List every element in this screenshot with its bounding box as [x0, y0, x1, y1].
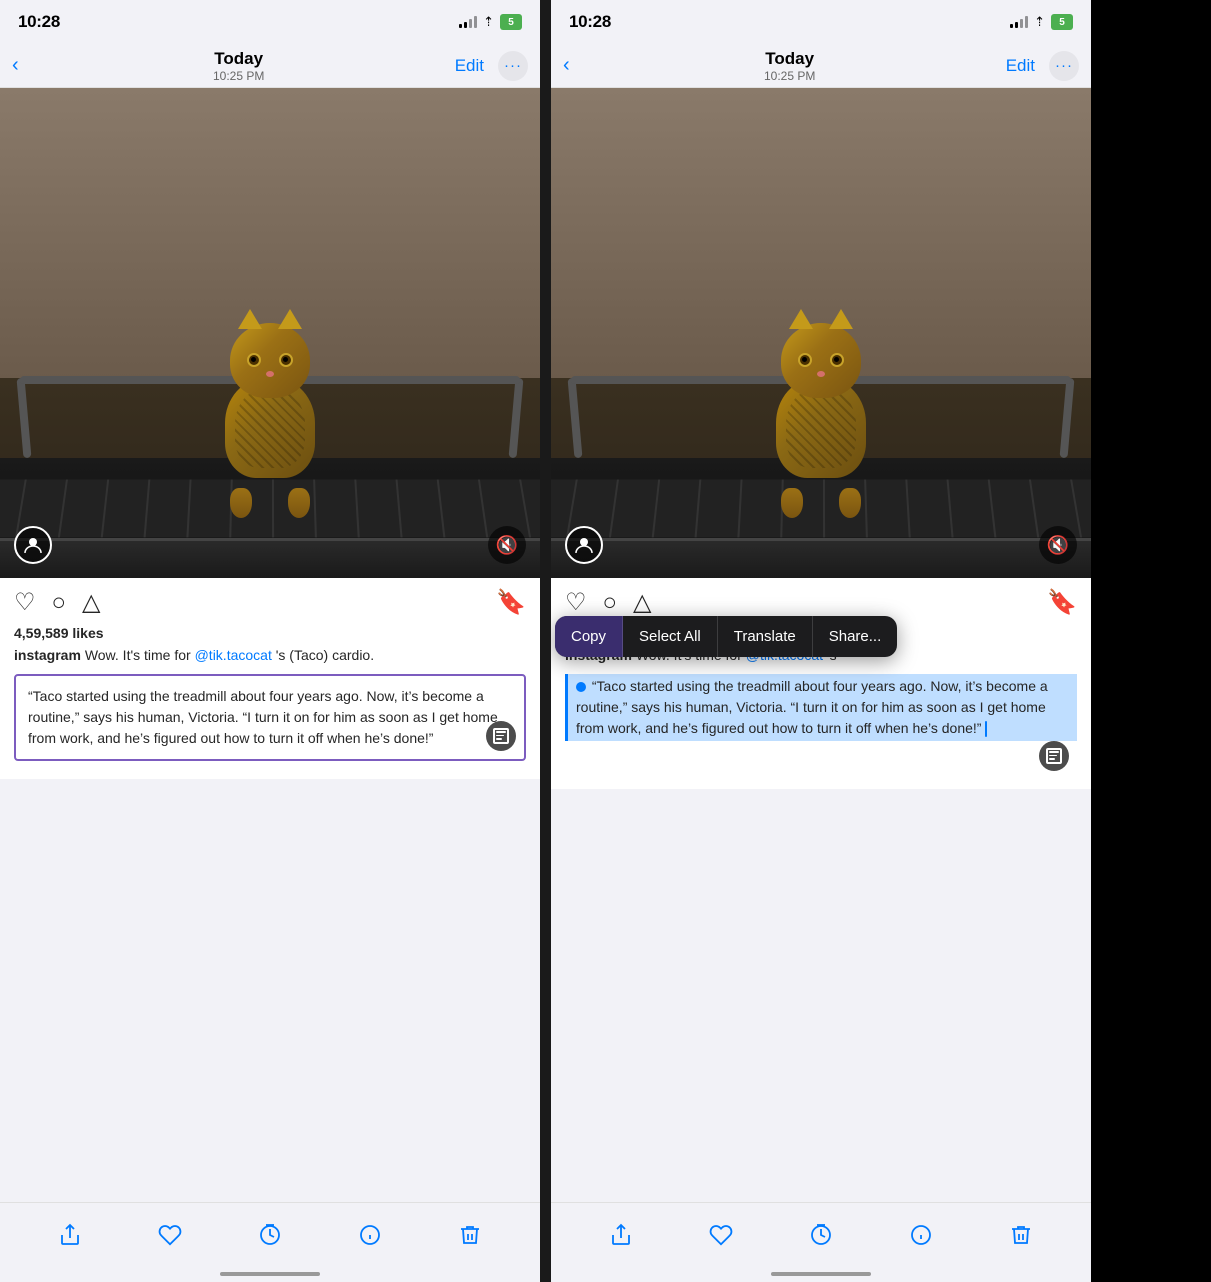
share-icon-left[interactable]: △ [82, 588, 100, 617]
nav-title-group-left: Today 10:25 PM [23, 49, 455, 83]
edit-button-right[interactable]: Edit [1006, 56, 1035, 76]
bottom-toolbar-left [0, 1202, 540, 1282]
toolbar-trash-left[interactable] [450, 1215, 490, 1255]
wifi-icon-right: ⇡ [1034, 14, 1045, 30]
profile-button-left[interactable] [14, 526, 52, 564]
cat-figure-left [225, 378, 315, 478]
home-indicator-right [771, 1272, 871, 1276]
nav-subtitle-left: 10:25 PM [213, 69, 264, 83]
status-icons-right: ⇡ 5 [1010, 14, 1073, 30]
wifi-icon-left: ⇡ [483, 14, 494, 30]
left-panel: 10:28 ⇡ 5 ‹ Today 10:25 PM Edit ··· [0, 0, 540, 1282]
toolbar-share-left[interactable] [50, 1215, 90, 1255]
toolbar-info-right[interactable] [901, 1215, 941, 1255]
battery-icon-left: 5 [500, 14, 522, 30]
status-time-right: 10:28 [569, 12, 611, 32]
profile-button-right[interactable] [565, 526, 603, 564]
ellipsis-icon-right: ··· [1055, 57, 1073, 74]
edit-button-left[interactable]: Edit [455, 56, 484, 76]
post-content-left: ♡ ○ △ 🔖 4,59,589 likes instagram Wow. It… [0, 578, 540, 779]
context-menu-wrapper: Copy Select All Translate Share... “Taco… [565, 674, 1077, 741]
battery-icon-right: 5 [1051, 14, 1073, 30]
share-menu-item[interactable]: Share... [813, 616, 898, 657]
person-icon-right [574, 535, 594, 555]
back-button-right[interactable]: ‹ [563, 54, 570, 77]
selection-cursor-end [985, 721, 987, 737]
toolbar-timer-right[interactable] [801, 1215, 841, 1255]
right-panel: 10:28 ⇡ 5 ‹ Today 10:25 PM Edit ··· [551, 0, 1091, 1282]
nav-subtitle-right: 10:25 PM [764, 69, 815, 83]
post-caption-left: instagram Wow. It's time for @tik.tacoca… [14, 646, 526, 666]
selected-text-content: “Taco started using the treadmill about … [576, 678, 1048, 736]
live-text-icon-right [1046, 748, 1062, 764]
more-button-right[interactable]: ··· [1049, 51, 1079, 81]
translate-menu-item[interactable]: Translate [718, 616, 813, 657]
toolbar-heart-right[interactable] [701, 1215, 741, 1255]
mute-button-left[interactable]: 🔇 [488, 526, 526, 564]
post-content-right: ♡ ○ △ 🔖 4,59,589 likes instagram Wow. It… [551, 578, 1091, 789]
status-icons-left: ⇡ 5 [459, 14, 522, 30]
signal-icon-right [1010, 16, 1028, 28]
mute-button-right[interactable]: 🔇 [1039, 526, 1077, 564]
context-menu: Copy Select All Translate Share... [555, 616, 897, 657]
caption-text-left: Wow. It's time for [85, 647, 195, 663]
more-button-left[interactable]: ··· [498, 51, 528, 81]
toolbar-timer-left[interactable] [250, 1215, 290, 1255]
mute-icon-right: 🔇 [1047, 535, 1069, 556]
nav-bar-right: ‹ Today 10:25 PM Edit ··· [551, 44, 1091, 88]
nav-title-right: Today [765, 49, 814, 69]
heart-icon-left[interactable]: ♡ [14, 588, 36, 617]
ellipsis-icon-left: ··· [504, 57, 522, 74]
status-bar-left: 10:28 ⇡ 5 [0, 0, 540, 44]
context-menu-float: Copy Select All Translate Share... [555, 616, 897, 657]
nav-actions-right: Edit ··· [1006, 51, 1079, 81]
caption-suffix-left: 's (Taco) cardio. [276, 647, 374, 663]
share-action-icon-right[interactable]: △ [633, 588, 651, 617]
bookmark-icon-left[interactable]: 🔖 [496, 588, 526, 617]
nav-title-left: Today [214, 49, 263, 69]
comment-icon-right[interactable]: ○ [603, 589, 618, 617]
bookmark-icon-right[interactable]: 🔖 [1047, 588, 1077, 617]
comment-icon-left[interactable]: ○ [52, 589, 67, 617]
selection-handle-start [576, 682, 586, 692]
status-bar-right: 10:28 ⇡ 5 [551, 0, 1091, 44]
nav-title-group-right: Today 10:25 PM [574, 49, 1006, 83]
toolbar-share-right[interactable] [601, 1215, 641, 1255]
quoted-text-content-left: “Taco started using the treadmill about … [28, 688, 498, 746]
signal-icon-left [459, 16, 477, 28]
home-indicator-left [220, 1272, 320, 1276]
live-text-button-left[interactable] [486, 721, 516, 751]
nav-bar-left: ‹ Today 10:25 PM Edit ··· [0, 44, 540, 88]
post-actions-right: ♡ ○ △ 🔖 [565, 588, 1077, 617]
caption-mention-left[interactable]: @tik.tacocat [195, 647, 272, 663]
video-area-left[interactable]: 🔇 [0, 88, 540, 578]
toolbar-trash-right[interactable] [1001, 1215, 1041, 1255]
panel-divider [540, 0, 551, 1282]
live-text-icon-left [493, 728, 509, 744]
heart-icon-right[interactable]: ♡ [565, 588, 587, 617]
post-actions-left: ♡ ○ △ 🔖 [14, 588, 526, 617]
bottom-toolbar-right [551, 1202, 1091, 1282]
toolbar-heart-left[interactable] [150, 1215, 190, 1255]
mute-icon-left: 🔇 [496, 535, 518, 556]
quoted-text-box-left: “Taco started using the treadmill about … [14, 674, 526, 761]
nav-actions-left: Edit ··· [455, 51, 528, 81]
back-button-left[interactable]: ‹ [12, 54, 19, 77]
person-icon-left [23, 535, 43, 555]
toolbar-info-left[interactable] [350, 1215, 390, 1255]
select-all-menu-item[interactable]: Select All [623, 616, 718, 657]
status-time-left: 10:28 [18, 12, 60, 32]
selected-text-right: “Taco started using the treadmill about … [565, 674, 1077, 741]
post-likes-left: 4,59,589 likes [14, 625, 526, 641]
cat-figure-right [776, 378, 866, 478]
caption-username-left: instagram [14, 647, 81, 663]
copy-menu-item[interactable]: Copy [555, 616, 623, 657]
video-area-right[interactable]: 🔇 [551, 88, 1091, 578]
live-text-button-right[interactable] [1039, 741, 1069, 771]
